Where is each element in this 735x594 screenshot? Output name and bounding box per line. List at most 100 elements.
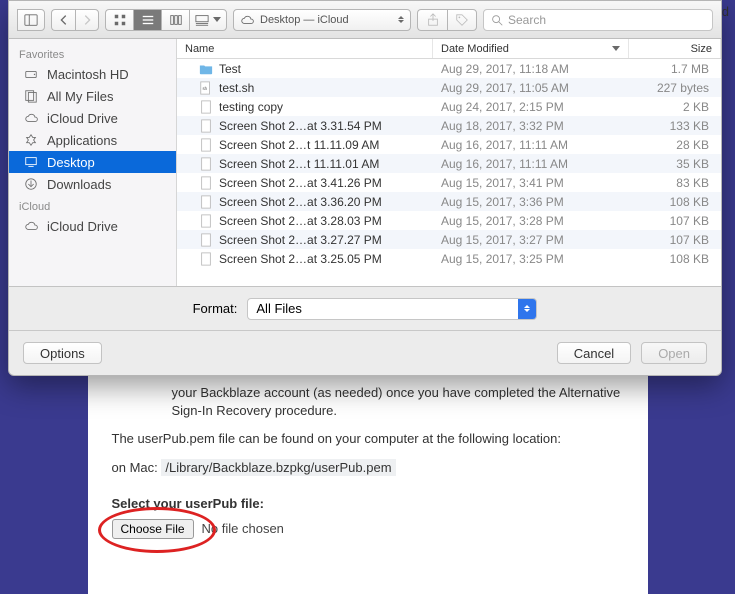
file-date-cell: Aug 15, 2017, 3:41 PM [433,176,629,190]
table-row[interactable]: Screen Shot 2…t 11.11.09 AMAug 16, 2017,… [177,135,721,154]
file-size-cell: 227 bytes [629,81,721,95]
file-name-cell: Screen Shot 2…t 11.11.09 AM [177,138,433,152]
view-icons-button[interactable] [105,9,133,31]
file-date-cell: Aug 16, 2017, 11:11 AM [433,157,629,171]
sidebar-item-label: Downloads [47,177,111,192]
file-size-cell: 108 KB [629,195,721,209]
sidebar-toggle-button[interactable] [17,9,45,31]
file-name-cell: Screen Shot 2…at 3.28.03 PM [177,214,433,228]
no-file-text: No file chosen [202,521,284,536]
sidebar-item-all-my-files[interactable]: All My Files [9,85,176,107]
file-name-cell: Test [177,62,433,76]
view-list-button[interactable] [133,9,161,31]
sidebar-item-label: Desktop [47,155,95,170]
dialog-toolbar: Desktop — iCloud Search [9,1,721,39]
search-icon [490,13,504,27]
tags-button[interactable] [447,9,477,31]
list-icon [141,13,155,27]
table-row[interactable]: Screen Shot 2…at 3.31.54 PMAug 18, 2017,… [177,116,721,135]
table-row[interactable]: TestAug 29, 2017, 11:18 AM1.7 MB [177,59,721,78]
file-date-cell: Aug 18, 2017, 3:32 PM [433,119,629,133]
options-button[interactable]: Options [23,342,102,364]
sidebar-item-desktop[interactable]: Desktop [9,151,176,173]
sidebar-item-icloud-drive[interactable]: iCloud Drive [9,215,176,237]
column-date[interactable]: Date Modified [433,39,629,58]
table-row[interactable]: testing copyAug 24, 2017, 2:15 PM2 KB [177,97,721,116]
search-placeholder: Search [508,13,546,27]
location-popup[interactable]: Desktop — iCloud [233,9,411,31]
file-date-cell: Aug 29, 2017, 11:18 AM [433,62,629,76]
sidebar-item-label: Macintosh HD [47,67,129,82]
column-name[interactable]: Name [177,39,433,58]
dropdown-stepper-icon [518,299,536,319]
open-button[interactable]: Open [641,342,707,364]
format-dropdown[interactable]: All Files [247,298,537,320]
file-size-cell: 2 KB [629,100,721,114]
search-input[interactable]: Search [483,9,713,31]
bg-paragraph-2: The userPub.pem file can be found on you… [112,430,624,448]
chevron-down-icon [213,17,221,22]
downloads-icon [23,176,39,192]
location-label: Desktop — iCloud [260,14,349,26]
file-size-cell: 107 KB [629,214,721,228]
cloud-icon [23,218,39,234]
sidebar-item-label: All My Files [47,89,113,104]
file-date-cell: Aug 15, 2017, 3:36 PM [433,195,629,209]
sidebar-item-applications[interactable]: Applications [9,129,176,151]
file-size-cell: 35 KB [629,157,721,171]
updown-icon [398,16,404,23]
back-button[interactable] [51,9,75,31]
file-name-cell: Screen Shot 2…at 3.31.54 PM [177,119,433,133]
grid-icon [113,13,127,27]
bg-mac-prefix: on Mac: [112,460,162,475]
file-date-cell: Aug 24, 2017, 2:15 PM [433,100,629,114]
column-headers: Name Date Modified Size [177,39,721,59]
cancel-button[interactable]: Cancel [557,342,631,364]
view-coverflow-button[interactable] [189,9,227,31]
sidebar-item-label: Applications [47,133,117,148]
tag-icon [455,13,469,27]
sidebar: Favorites Macintosh HD All My Files iCloud … [9,39,177,286]
table-row[interactable]: Screen Shot 2…at 3.41.26 PMAug 15, 2017,… [177,173,721,192]
desktop-icon [23,154,39,170]
sidebar-item-downloads[interactable]: Downloads [9,173,176,195]
forward-button[interactable] [75,9,99,31]
svg-text:sh: sh [203,85,208,90]
cloud-icon [240,13,254,27]
table-row[interactable]: Screen Shot 2…at 3.25.05 PMAug 15, 2017,… [177,249,721,268]
view-columns-button[interactable] [161,9,189,31]
table-row[interactable]: Screen Shot 2…at 3.28.03 PMAug 15, 2017,… [177,211,721,230]
dialog-footer: Options Cancel Open [9,331,721,375]
file-size-cell: 107 KB [629,233,721,247]
table-row[interactable]: Screen Shot 2…at 3.27.27 PMAug 15, 2017,… [177,230,721,249]
sidebar-item-label: iCloud Drive [47,219,118,234]
file-name-cell: Screen Shot 2…at 3.25.05 PM [177,252,433,266]
file-name-cell: testing copy [177,100,433,114]
chevron-left-icon [57,13,71,27]
file-size-cell: 1.7 MB [629,62,721,76]
gallery-icon [195,13,209,27]
bg-mac-path: /Library/Backblaze.bzpkg/userPub.pem [161,459,395,476]
column-date-label: Date Modified [441,43,509,55]
background-page: your Backblaze account (as needed) once … [88,374,648,594]
sidebar-item-macintosh-hd[interactable]: Macintosh HD [9,63,176,85]
share-button[interactable] [417,9,447,31]
column-size[interactable]: Size [629,39,721,58]
format-value: All Files [256,301,302,316]
file-date-cell: Aug 15, 2017, 3:25 PM [433,252,629,266]
sidebar-header: Favorites [9,43,176,63]
format-row: Format: All Files [9,287,721,331]
share-icon [426,13,440,27]
table-row[interactable]: Screen Shot 2…t 11.11.01 AMAug 16, 2017,… [177,154,721,173]
file-rows[interactable]: TestAug 29, 2017, 11:18 AM1.7 MBshtest.s… [177,59,721,286]
file-name-cell: Screen Shot 2…at 3.36.20 PM [177,195,433,209]
file-name-cell: shtest.sh [177,81,433,95]
file-name-cell: Screen Shot 2…t 11.11.01 AM [177,157,433,171]
table-row[interactable]: Screen Shot 2…at 3.36.20 PMAug 15, 2017,… [177,192,721,211]
table-row[interactable]: shtest.shAug 29, 2017, 11:05 AM227 bytes [177,78,721,97]
format-label: Format: [193,301,238,316]
file-name-cell: Screen Shot 2…at 3.41.26 PM [177,176,433,190]
file-date-cell: Aug 15, 2017, 3:28 PM [433,214,629,228]
sidebar-item-icloud-drive[interactable]: iCloud Drive [9,107,176,129]
choose-file-button[interactable]: Choose File [112,519,194,539]
